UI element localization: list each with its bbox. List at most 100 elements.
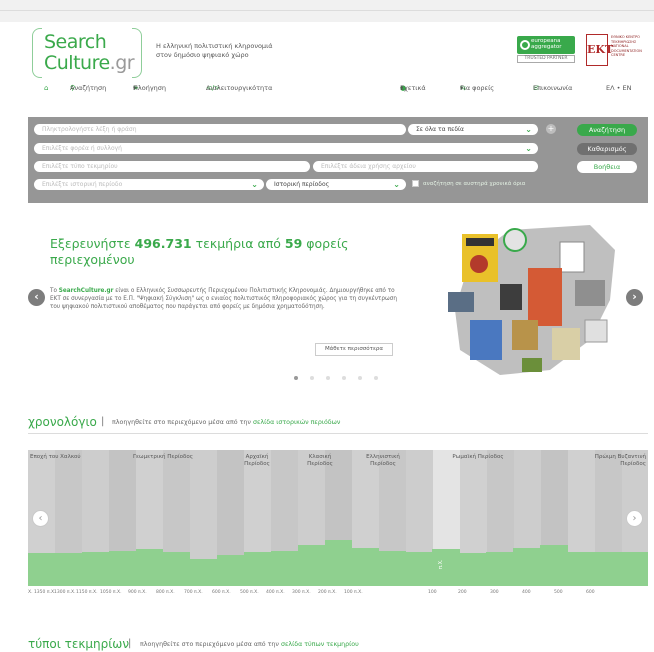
chevron-right-icon[interactable]: › — [626, 510, 643, 527]
add-field-icon[interactable]: + — [546, 124, 556, 134]
language-switch[interactable]: ΕΛ • EN — [606, 84, 632, 92]
chevron-left-icon[interactable]: ‹ — [32, 510, 49, 527]
axis-tick-label: 400 — [522, 590, 531, 595]
timeline-bar — [351, 547, 379, 586]
ekt-logo[interactable]: ΕΚΤ ΕΘΝΙΚΟ ΚΕΝΤΡΟ ΤΕΚΜΗΡΙΩΣΗΣ NATIONAL D… — [586, 34, 648, 66]
hero-description: Το SearchCulture.gr είναι ο Ελληνικός Συ… — [50, 287, 400, 311]
axis-tick-label: 300 — [490, 590, 499, 595]
chevron-left-icon[interactable]: ‹ — [28, 289, 45, 306]
period-roman[interactable]: Ρωμαϊκή Περίοδος — [448, 454, 508, 461]
types-subtitle: πλοηγηθείτε στο περιεχόμενο μέσα από την… — [140, 641, 359, 648]
period-geometric[interactable]: Γεωμετρική Περίοδος — [130, 454, 196, 461]
strict-time-label: αναζήτηση σε αυστηρά χρονικά όρια — [423, 181, 526, 187]
hero-provider-count: 59 — [284, 236, 303, 251]
axis-tick-label: 600 π.Χ. — [212, 590, 231, 595]
period-archaic[interactable]: Αρχαϊκή Περίοδος — [235, 454, 279, 468]
site-tagline: Η ελληνική πολιτιστική κληρονομιά στον δ… — [156, 42, 273, 60]
axis-tick-label: 100 — [428, 590, 437, 595]
europeana-box: europeana aggregator — [517, 36, 575, 54]
rights-input[interactable]: Επιλέξτε άδεια χρήσης αρχείου — [313, 161, 538, 172]
timeline-bar — [216, 554, 245, 586]
axis-tick-label: 100 π.Χ. — [344, 590, 363, 595]
timeline-bar — [486, 552, 514, 586]
chevron-down-icon: ⌄ — [393, 180, 400, 189]
keyword-input[interactable]: Πληκτρολογήστε λέξη ή φράση — [34, 124, 406, 135]
collage-vase — [500, 284, 522, 310]
timeline-bar — [459, 553, 487, 586]
timeline-bar — [108, 550, 137, 586]
chronology-title: χρονολόγιο — [28, 415, 97, 429]
logo-word-culture: Culture.gr — [44, 52, 135, 74]
nav-providers-label: Για φορείς — [460, 84, 495, 92]
carousel-dot[interactable] — [310, 376, 314, 380]
period-classical[interactable]: Κλασική Περίοδος — [298, 454, 342, 468]
europeana-e-icon — [520, 40, 530, 50]
carousel-dot[interactable] — [326, 376, 330, 380]
field-select[interactable]: Σε όλα τα πεδία ⌄ — [408, 124, 538, 135]
timeline-bar — [270, 550, 299, 586]
site-logo[interactable]: Search Culture.gr — [32, 28, 142, 78]
strict-time-checkbox[interactable] — [412, 180, 419, 187]
ekt-text: ΕΘΝΙΚΟ ΚΕΝΤΡΟ ΤΕΚΜΗΡΙΩΣΗΣ NATIONAL DOCUM… — [611, 35, 642, 58]
logo-gr-suffix: .gr — [109, 52, 135, 74]
timeline-bar — [135, 549, 164, 586]
hero-item-count: 496.731 — [134, 236, 192, 251]
chevron-down-icon: ⌄ — [251, 180, 258, 189]
collage-icon-art — [512, 320, 538, 350]
carousel-dot[interactable] — [374, 376, 378, 380]
axis-tick-label: 400 π.Χ. — [266, 590, 285, 595]
provider-select[interactable]: Επιλέξτε φορέα ή συλλογή ⌄ — [34, 143, 538, 154]
carousel-dot[interactable] — [342, 376, 346, 380]
type-input[interactable]: Επιλέξτε τύπο τεκμηρίου — [34, 161, 310, 172]
chronology-divider — [28, 433, 648, 434]
chronology-timeline[interactable]: Εποχή του Χαλκού Γεωμετρική Περίοδος Αρχ… — [28, 450, 648, 586]
axis-tick-label: 700 π.Χ. — [184, 590, 203, 595]
logo-bracket-left — [32, 28, 42, 78]
nav-contact-label: Επικοινωνία — [533, 84, 573, 92]
period-early-byzantine[interactable]: Πρώιμη Βυζαντινή Περίοδος — [576, 454, 646, 468]
era-bc-label: π.Χ. — [438, 559, 444, 569]
collage-poster-title — [466, 238, 494, 246]
europeana-role: aggregator — [531, 44, 562, 50]
period-bronze-age[interactable]: Εποχή του Χαλκού — [30, 454, 100, 461]
chevron-down-icon: ⌄ — [525, 125, 532, 134]
carousel-dot[interactable] — [358, 376, 362, 380]
types-link[interactable]: σελίδα τύπων τεκμηρίου — [281, 641, 359, 648]
collage-coin — [522, 358, 542, 372]
collage-painting — [470, 320, 502, 360]
axis-tick-label: 300 π.Χ. — [292, 590, 311, 595]
search-button[interactable]: Αναζήτηση — [577, 124, 637, 136]
hero-title-mid: τεκμήρια από — [195, 236, 281, 251]
axis-tick-label: 1050 π.Χ. — [100, 590, 122, 595]
help-button[interactable]: Βοήθεια — [577, 161, 637, 173]
period-type-select[interactable]: Ιστορική περίοδος ⌄ — [266, 179, 406, 190]
europeana-badge[interactable]: europeana aggregator TRUSTED PARTNER — [517, 36, 575, 64]
hero-site-link[interactable]: SearchCulture.gr — [59, 288, 114, 294]
clear-button[interactable]: Καθαρισμός — [577, 143, 637, 155]
trusted-partner-label: TRUSTED PARTNER — [517, 55, 575, 63]
timeline-bar — [162, 552, 191, 586]
carousel-dot[interactable] — [294, 376, 298, 380]
collage-sculpture — [552, 328, 580, 360]
collage-fresco — [528, 268, 562, 326]
period-input-placeholder: Επιλέξτε ιστορική περίοδο — [42, 181, 123, 188]
axis-tick-label: 1150 π.Χ. — [76, 590, 98, 595]
axis-tick-label: 1300 π.Χ. — [54, 590, 76, 595]
timeline-bar — [513, 547, 541, 586]
chevron-down-icon: ▾ — [400, 84, 404, 92]
home-icon[interactable]: ⌂ — [44, 84, 48, 92]
field-select-value: Σε όλα τα πεδία — [416, 126, 465, 133]
timeline-bar — [405, 552, 433, 586]
timeline-bar — [243, 552, 272, 586]
period-hellenistic[interactable]: Ελληνιστική Περίοδος — [358, 454, 408, 468]
types-title: τύποι τεκμηρίων — [28, 637, 130, 651]
chevron-right-icon[interactable]: › — [626, 289, 643, 306]
main-nav: ⌂ ⚲ Αναζήτηση ➤ Πλοήγηση ▾ </> Διαλειτου… — [28, 84, 632, 96]
heritage-collage-image — [448, 225, 615, 375]
timeline-bar — [567, 552, 595, 586]
learn-more-button[interactable]: Μάθετε περισσότερα — [315, 343, 393, 356]
nav-search-label: Αναζήτηση — [70, 84, 107, 92]
chronology-periods-link[interactable]: σελίδα ιστορικών περιόδων — [253, 419, 340, 426]
chronology-separator: | — [101, 416, 105, 427]
period-input[interactable]: Επιλέξτε ιστορική περίοδο ⌄ — [34, 179, 264, 190]
